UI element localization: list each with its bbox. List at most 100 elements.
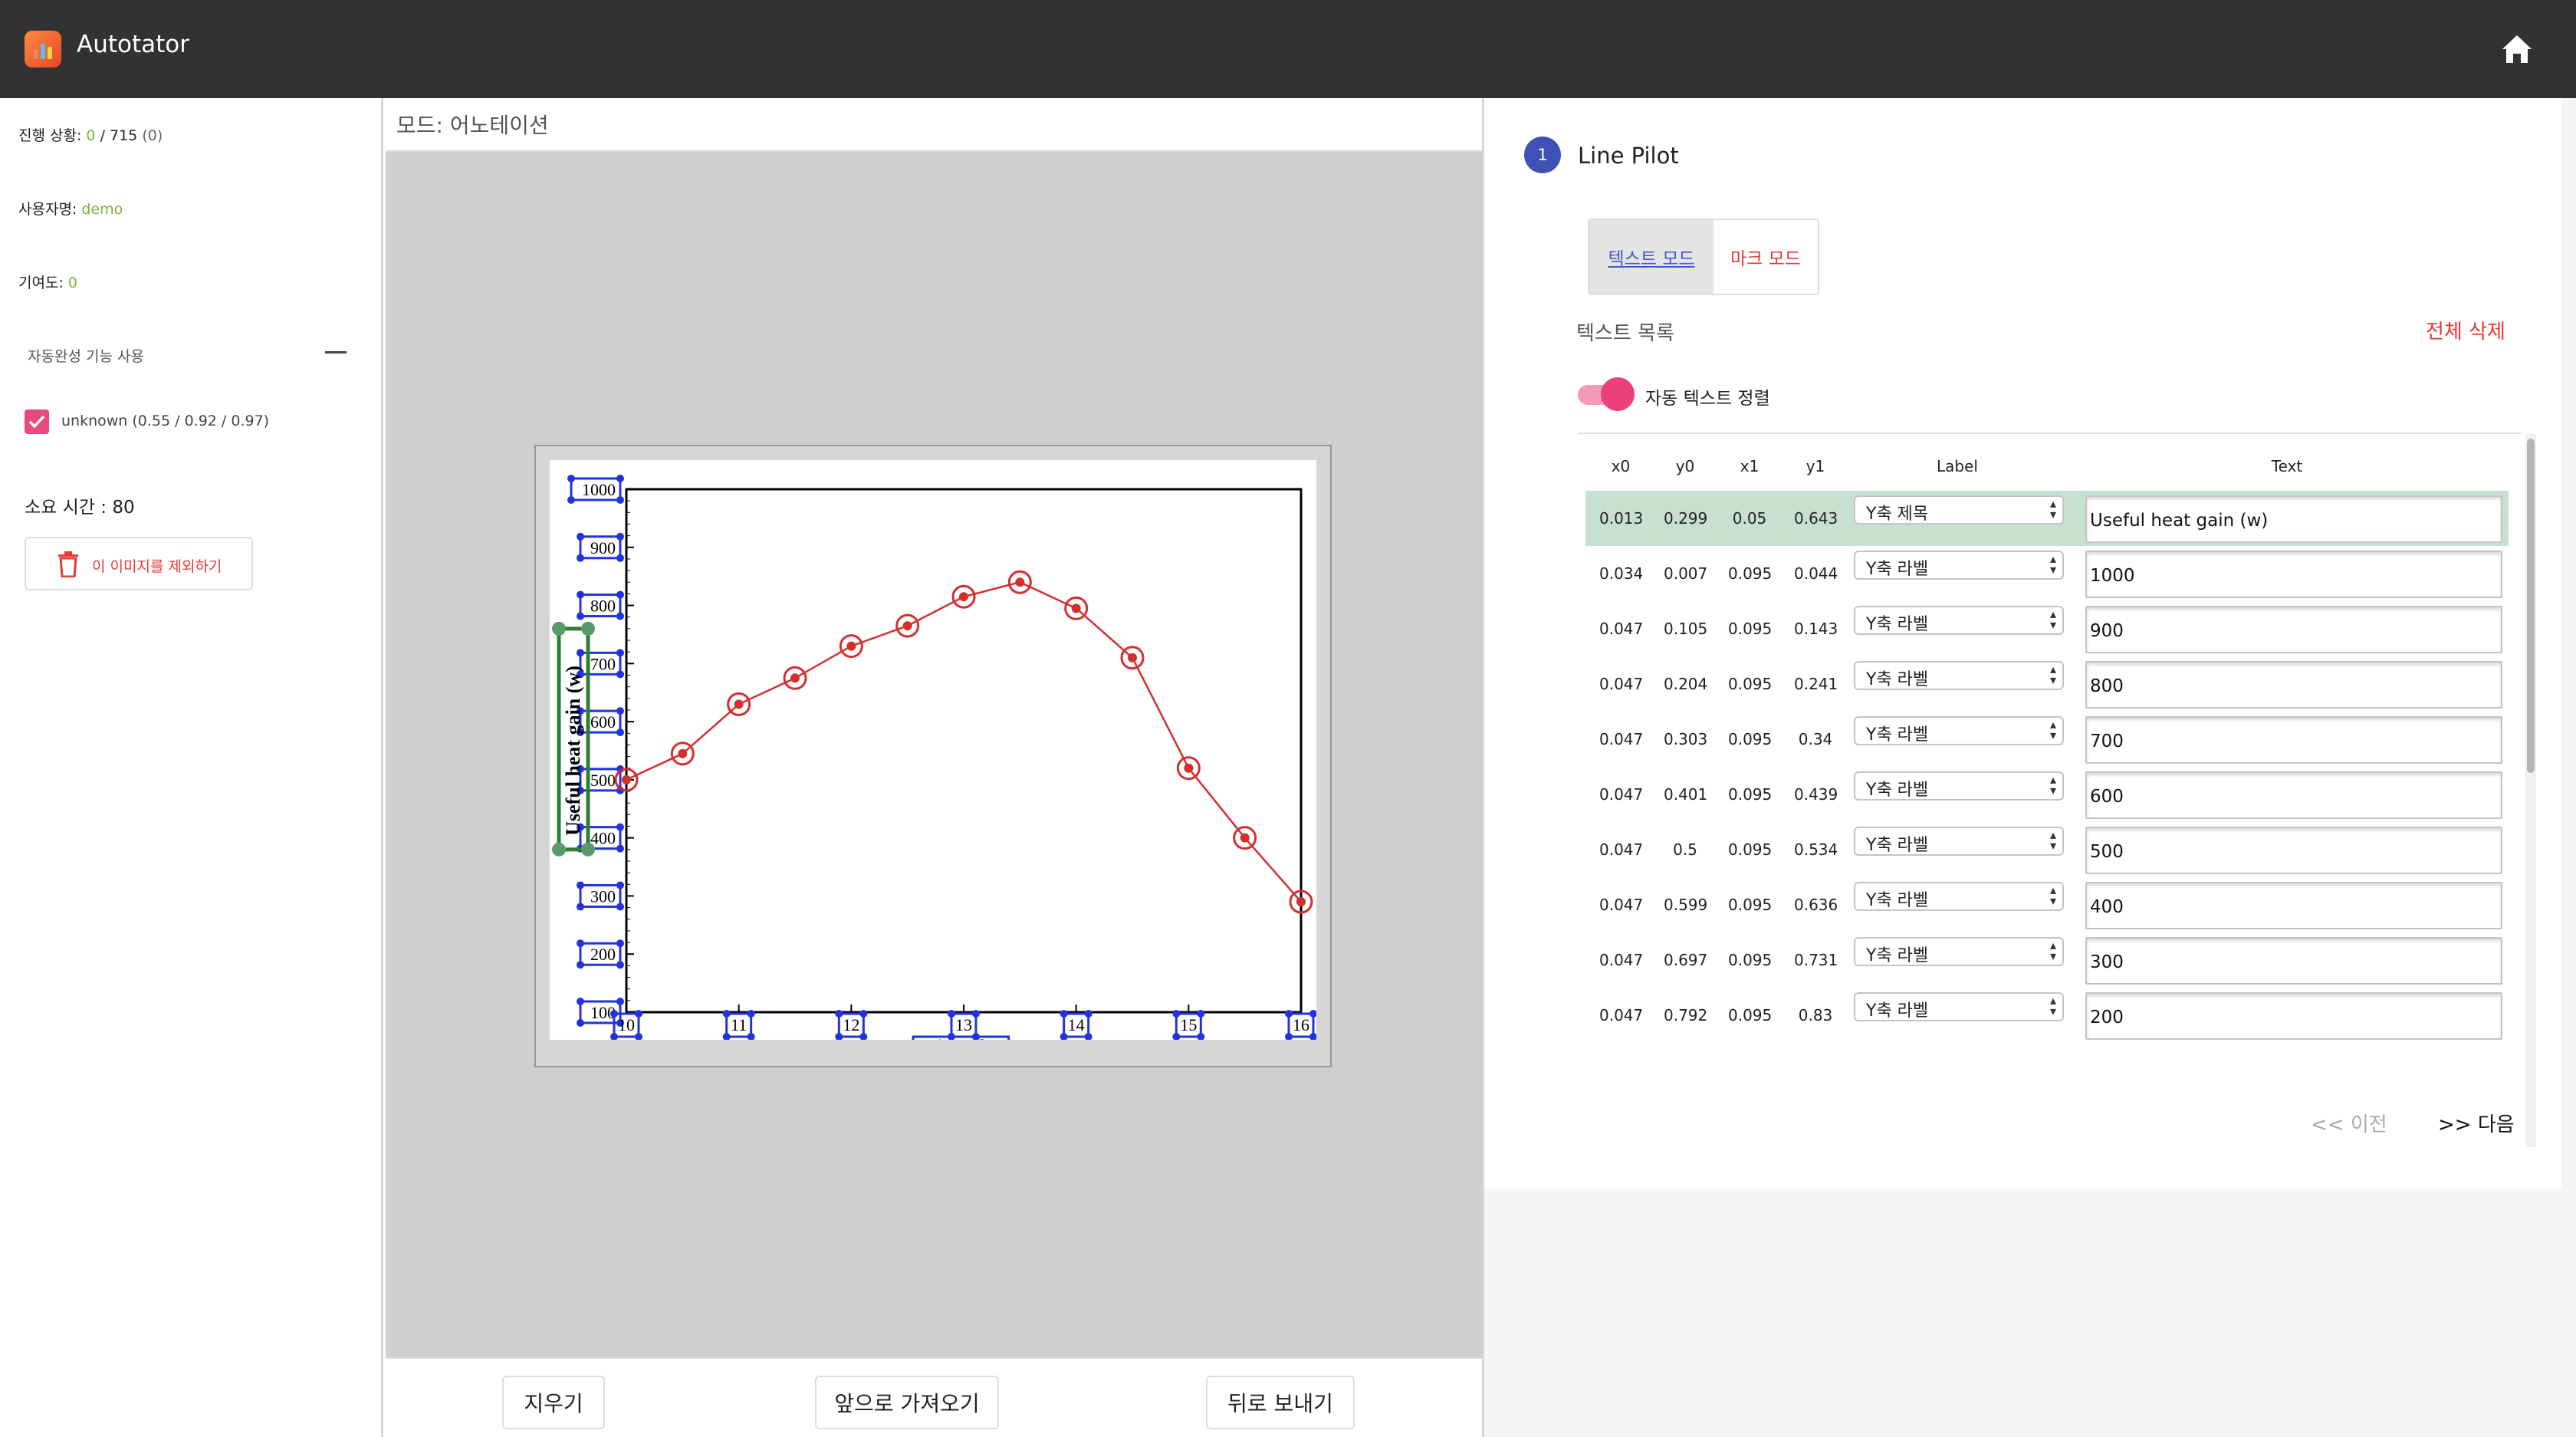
table-row[interactable]: 0.013 0.299 0.05 0.643 Y축 제목 ▴ ▾ Useful heat ga… — [1585, 491, 2509, 546]
y-tick-label: 300 — [590, 886, 616, 906]
box-handle — [616, 844, 624, 853]
y-tick-label: 1000 — [582, 480, 616, 499]
label-select-value: Y축 제목 — [1866, 505, 1929, 524]
class-checkbox[interactable] — [25, 409, 49, 434]
table-row[interactable]: 0.047 0.5 0.095 0.534 Y축 라벨 ▴ ▾ 500 — [1585, 822, 2509, 877]
text-input[interactable]: 900 — [2085, 606, 2502, 653]
box-handle — [616, 707, 624, 715]
bring-front-button[interactable]: 앞으로 가져오기 — [815, 1376, 999, 1429]
label-select-value: Y축 라벨 — [1866, 725, 1929, 745]
cell-x0: 0.047 — [1599, 896, 1644, 914]
contribution-label: 기여도: — [18, 275, 64, 291]
data-point — [902, 621, 912, 631]
box-handle — [1285, 1010, 1293, 1018]
annotation-panel: 모드: 어노테이션 100 200 300 400 500 600 700 800 900 100… — [386, 98, 1482, 1437]
text-input[interactable]: 300 — [2085, 937, 2502, 985]
table-row[interactable]: 0.047 0.599 0.095 0.636 Y축 라벨 ▴ ▾ 400 — [1585, 877, 2509, 932]
x-tick-label: 15 — [1180, 1015, 1197, 1034]
table-row[interactable]: 0.034 0.007 0.095 0.044 Y축 라벨 ▴ ▾ 1000 — [1585, 546, 2509, 601]
text-annotation-card: 1 Line Pilot 텍스트 모드 마크 모드 텍스트 목록 전체 삭제 자… — [1484, 98, 2561, 1189]
text-input[interactable]: 800 — [2085, 661, 2502, 709]
selected-box-handle — [552, 621, 566, 636]
cell-y0: 0.007 — [1664, 564, 1708, 583]
label-select[interactable]: Y축 라벨 ▴ ▾ — [1854, 827, 2064, 856]
label-select-value: Y축 라벨 — [1866, 1001, 1929, 1021]
box-handle — [616, 998, 624, 1005]
header-y1: y1 — [1806, 457, 1825, 475]
label-select[interactable]: Y축 라벨 ▴ ▾ — [1854, 992, 2064, 1021]
table-scroll-thumb[interactable] — [2527, 439, 2535, 773]
send-back-button[interactable]: 뒤로 보내기 — [1206, 1376, 1355, 1429]
label-select[interactable]: Y축 라벨 ▴ ▾ — [1854, 551, 2064, 580]
label-select[interactable]: Y축 라벨 ▴ ▾ — [1854, 937, 2064, 966]
text-input[interactable]: 1000 — [2085, 551, 2502, 598]
exclude-image-button[interactable]: 이 이미지를 제외하기 — [25, 537, 253, 590]
label-select[interactable]: Y축 라벨 ▴ ▾ — [1854, 882, 2064, 911]
delete-all-button[interactable]: 전체 삭제 — [2426, 316, 2505, 344]
data-point — [1128, 653, 1137, 663]
data-point — [678, 748, 688, 758]
text-input[interactable]: 700 — [2085, 716, 2502, 764]
box-handle — [1172, 1033, 1181, 1040]
table-row[interactable]: 0.047 0.105 0.095 0.143 Y축 라벨 ▴ ▾ 900 — [1585, 601, 2509, 656]
table-row[interactable]: 0.047 0.401 0.095 0.439 Y축 라벨 ▴ ▾ 600 — [1585, 767, 2509, 822]
box-handle — [577, 998, 584, 1005]
table-row[interactable]: 0.047 0.303 0.095 0.34 Y축 라벨 ▴ ▾ 700 — [1585, 712, 2509, 767]
class-checkbox-label: unknown (0.55 / 0.92 / 0.97) — [61, 413, 270, 429]
app-logo-icon — [25, 31, 61, 67]
user-label: 사용자명: — [18, 201, 77, 218]
annotation-canvas[interactable]: 100 200 300 400 500 600 700 800 900 1000 10 11 12 13 1… — [386, 152, 1482, 1357]
cell-x1: 0.095 — [1728, 675, 1773, 693]
cell-x1: 0.095 — [1728, 1006, 1773, 1024]
table-row[interactable]: 0.047 0.792 0.095 0.83 Y축 라벨 ▴ ▾ 200 — [1585, 988, 2509, 1043]
label-select-value: Y축 라벨 — [1866, 560, 1929, 579]
box-handle — [1084, 1010, 1092, 1018]
box-handle — [1060, 1033, 1068, 1040]
contribution-info: 기여도: 0 — [18, 271, 77, 292]
progress-done: 0 — [86, 127, 96, 144]
cell-x0: 0.047 — [1599, 730, 1644, 748]
data-point — [846, 641, 856, 651]
mode-label: 모드: 어노테이션 — [396, 113, 549, 138]
text-input[interactable]: 500 — [2085, 827, 2502, 874]
table-row[interactable]: 0.047 0.697 0.095 0.731 Y축 라벨 ▴ ▾ 300 — [1585, 932, 2509, 988]
box-handle — [972, 1010, 980, 1018]
checkmark-icon — [28, 415, 45, 429]
auto-sort-toggle-knob[interactable] — [1601, 377, 1635, 411]
next-button[interactable]: >> 다음 — [2438, 1109, 2515, 1137]
erase-button[interactable]: 지우기 — [502, 1376, 605, 1429]
x-tick-label: 13 — [955, 1015, 972, 1034]
x-tick-label: 11 — [731, 1015, 747, 1034]
box-handle — [1285, 1033, 1293, 1040]
text-mode-button[interactable]: 텍스트 모드 — [1589, 220, 1714, 294]
box-handle — [1309, 1010, 1316, 1018]
data-point — [1296, 897, 1306, 907]
cell-y1: 0.731 — [1794, 951, 1838, 969]
text-input[interactable]: Useful heat gain (w) — [2085, 495, 2502, 543]
label-select[interactable]: Y축 제목 ▴ ▾ — [1854, 495, 2064, 524]
label-select[interactable]: Y축 라벨 ▴ ▾ — [1854, 606, 2064, 635]
cell-x1: 0.095 — [1728, 840, 1773, 859]
text-input[interactable]: 600 — [2085, 771, 2502, 819]
data-point — [1071, 603, 1081, 613]
data-point — [959, 592, 968, 602]
label-select[interactable]: Y축 라벨 ▴ ▾ — [1854, 661, 2064, 690]
box-handle — [859, 1033, 868, 1040]
collapse-icon[interactable] — [325, 351, 347, 353]
box-handle — [567, 475, 575, 482]
chart-image[interactable]: 100200300400500600700800900100010 11 12 13 1… — [550, 460, 1316, 1040]
label-select[interactable]: Y축 라벨 ▴ ▾ — [1854, 716, 2064, 745]
header-text: Text — [2271, 457, 2303, 475]
text-input[interactable]: 400 — [2085, 882, 2502, 929]
cell-y0: 0.5 — [1673, 840, 1697, 859]
text-input[interactable]: 200 — [2085, 992, 2502, 1040]
mark-mode-button[interactable]: 마크 모드 — [1714, 220, 1818, 294]
box-handle — [616, 475, 624, 482]
cell-y0: 0.204 — [1664, 675, 1708, 693]
cell-y1: 0.534 — [1794, 840, 1838, 859]
home-icon[interactable] — [2501, 34, 2533, 64]
prev-button[interactable]: << 이전 — [2311, 1109, 2387, 1137]
label-select[interactable]: Y축 라벨 ▴ ▾ — [1854, 771, 2064, 801]
select-arrow-icon: ▴ ▾ — [2049, 993, 2056, 1018]
table-row[interactable]: 0.047 0.204 0.095 0.241 Y축 라벨 ▴ ▾ 800 — [1585, 656, 2509, 712]
